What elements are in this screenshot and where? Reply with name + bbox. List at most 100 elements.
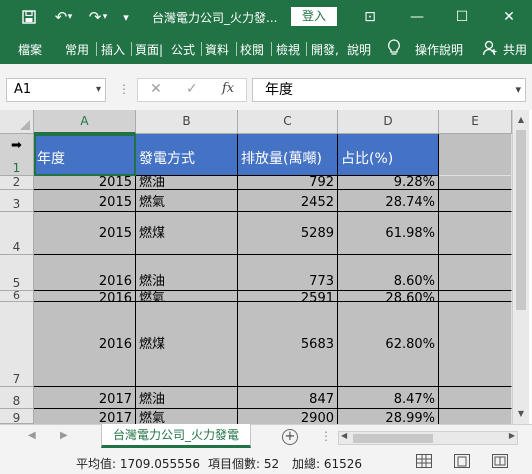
- cell-d6[interactable]: 28.60%: [338, 291, 439, 302]
- minimize-icon[interactable]: —: [403, 6, 431, 28]
- row-header[interactable]: 3: [0, 190, 34, 212]
- row-header[interactable]: 6: [0, 290, 34, 302]
- cell-e5[interactable]: [439, 255, 512, 291]
- cell-e2[interactable]: [439, 176, 512, 190]
- cell-b7[interactable]: 燃煤: [136, 302, 238, 387]
- cell-e7[interactable]: [439, 302, 512, 387]
- cell-b8[interactable]: 燃油: [136, 387, 238, 409]
- add-sheet-icon[interactable]: +: [282, 429, 298, 445]
- cell-e1[interactable]: [439, 134, 512, 176]
- scroll-down-arrow-icon[interactable]: ▼: [513, 406, 529, 422]
- scroll-left-arrow-icon[interactable]: ◀: [341, 431, 347, 440]
- tab-home[interactable]: 常用: [65, 41, 89, 58]
- cell-d7[interactable]: 62.80%: [338, 302, 439, 387]
- cell-c9[interactable]: 2900: [238, 409, 338, 424]
- row-header[interactable]: ➡ 1: [0, 134, 34, 176]
- cell-a3[interactable]: 2015: [34, 190, 136, 212]
- tab-help[interactable]: 說明: [347, 41, 371, 58]
- formula-bar-resize-handle[interactable]: ⋮: [118, 82, 130, 96]
- tab-formulas[interactable]: 公式: [171, 41, 195, 58]
- cell-b3[interactable]: 燃氣: [136, 190, 238, 212]
- cell-c1[interactable]: 排放量(萬噸): [238, 134, 338, 176]
- cell-c5[interactable]: 773: [238, 255, 338, 291]
- insert-function-icon[interactable]: fx: [222, 81, 234, 96]
- tab-insert[interactable]: 插入: [101, 41, 125, 58]
- save-icon[interactable]: [18, 6, 40, 28]
- cell-b1[interactable]: 發電方式: [136, 134, 238, 176]
- close-icon[interactable]: ✕: [495, 6, 523, 28]
- name-box-dropdown-icon[interactable]: ▾: [96, 79, 101, 101]
- horizontal-scroll-thumb[interactable]: [353, 434, 433, 443]
- expand-formula-bar-icon[interactable]: ▾: [515, 79, 521, 101]
- tab-developer[interactable]: 開發,: [311, 41, 339, 58]
- login-button[interactable]: 登入: [291, 7, 337, 26]
- vertical-scrollbar[interactable]: ▲ ▼: [512, 110, 529, 424]
- cell-d1[interactable]: 占比(%): [338, 134, 439, 176]
- cell-d8[interactable]: 8.47%: [338, 387, 439, 409]
- cell-c3[interactable]: 2452: [238, 190, 338, 212]
- cell-a5[interactable]: 2016: [34, 255, 136, 291]
- cell-e6[interactable]: [439, 291, 512, 302]
- tab-data[interactable]: 資料: [205, 41, 229, 58]
- normal-view-icon[interactable]: [416, 454, 432, 468]
- cell-c2[interactable]: 792: [238, 176, 338, 190]
- cell-a6[interactable]: 2016: [34, 291, 136, 302]
- column-header-e[interactable]: E: [439, 110, 512, 134]
- ribbon-display-options-icon[interactable]: ⊡: [356, 6, 384, 28]
- cell-e3[interactable]: [439, 190, 512, 212]
- cell-c7[interactable]: 5683: [238, 302, 338, 387]
- cell-e8[interactable]: [439, 387, 512, 409]
- cell-a1[interactable]: 年度: [34, 134, 136, 176]
- page-break-preview-icon[interactable]: [492, 454, 508, 468]
- cell-b6[interactable]: 燃氣: [136, 291, 238, 302]
- scroll-up-arrow-icon[interactable]: ▲: [513, 112, 529, 128]
- tell-me-box[interactable]: 操作說明: [415, 41, 463, 58]
- row-header[interactable]: 8: [0, 387, 34, 409]
- cell-c8[interactable]: 847: [238, 387, 338, 409]
- horizontal-scrollbar[interactable]: ◀ ▶: [338, 431, 518, 445]
- cell-b5[interactable]: 燃油: [136, 255, 238, 291]
- share-button[interactable]: 共用: [503, 41, 527, 58]
- cell-b2[interactable]: 燃油: [136, 176, 238, 190]
- page-layout-view-icon[interactable]: [454, 454, 470, 468]
- cell-a4[interactable]: 2015: [34, 212, 136, 255]
- tab-file[interactable]: 檔案: [18, 41, 42, 58]
- row-header[interactable]: 4: [0, 212, 34, 255]
- status-average[interactable]: 平均值: 1709.055556: [76, 455, 200, 472]
- formula-input[interactable]: 年度 ▾: [252, 78, 526, 102]
- tab-view[interactable]: 檢視: [276, 41, 300, 58]
- column-header-d[interactable]: D: [338, 110, 439, 134]
- sheet-next-icon[interactable]: ▶: [60, 430, 68, 441]
- cell-c6[interactable]: 2591: [238, 291, 338, 302]
- row-header[interactable]: 2: [0, 175, 34, 190]
- row-header[interactable]: 7: [0, 302, 34, 387]
- cell-a9[interactable]: 2017: [34, 409, 136, 424]
- tab-review[interactable]: 校閱: [240, 41, 264, 58]
- tab-page-layout[interactable]: 頁面|: [135, 41, 163, 58]
- cell-d9[interactable]: 28.99%: [338, 409, 439, 424]
- redo-dropdown-icon[interactable]: ▾: [99, 6, 111, 28]
- cell-b9[interactable]: 燃氣: [136, 409, 238, 424]
- tab-split-handle[interactable]: ⋮: [320, 429, 332, 443]
- status-sum[interactable]: 加總: 61526: [292, 455, 362, 472]
- cell-d3[interactable]: 28.74%: [338, 190, 439, 212]
- maximize-icon[interactable]: ☐: [448, 6, 476, 28]
- undo-dropdown-icon[interactable]: ▾: [64, 6, 76, 28]
- cell-d5[interactable]: 8.60%: [338, 255, 439, 291]
- sheet-prev-icon[interactable]: ◀: [28, 430, 36, 441]
- cell-a7[interactable]: 2016: [34, 302, 136, 387]
- cell-d2[interactable]: 9.28%: [338, 176, 439, 190]
- cell-c4[interactable]: 5289: [238, 212, 338, 255]
- lightbulb-icon[interactable]: [387, 39, 401, 61]
- column-header-c[interactable]: C: [238, 110, 338, 134]
- name-box[interactable]: A1 ▾: [6, 78, 106, 102]
- select-all-button[interactable]: [0, 110, 34, 134]
- customize-toolbar-icon[interactable]: ▾: [118, 6, 134, 28]
- row-header[interactable]: 5: [0, 255, 34, 291]
- enter-icon[interactable]: ✓: [186, 81, 198, 97]
- cell-b4[interactable]: 燃煤: [136, 212, 238, 255]
- cancel-icon[interactable]: ✕: [150, 81, 162, 97]
- column-header-b[interactable]: B: [136, 110, 238, 134]
- row-header[interactable]: 9: [0, 409, 34, 424]
- scroll-right-arrow-icon[interactable]: ▶: [509, 431, 515, 440]
